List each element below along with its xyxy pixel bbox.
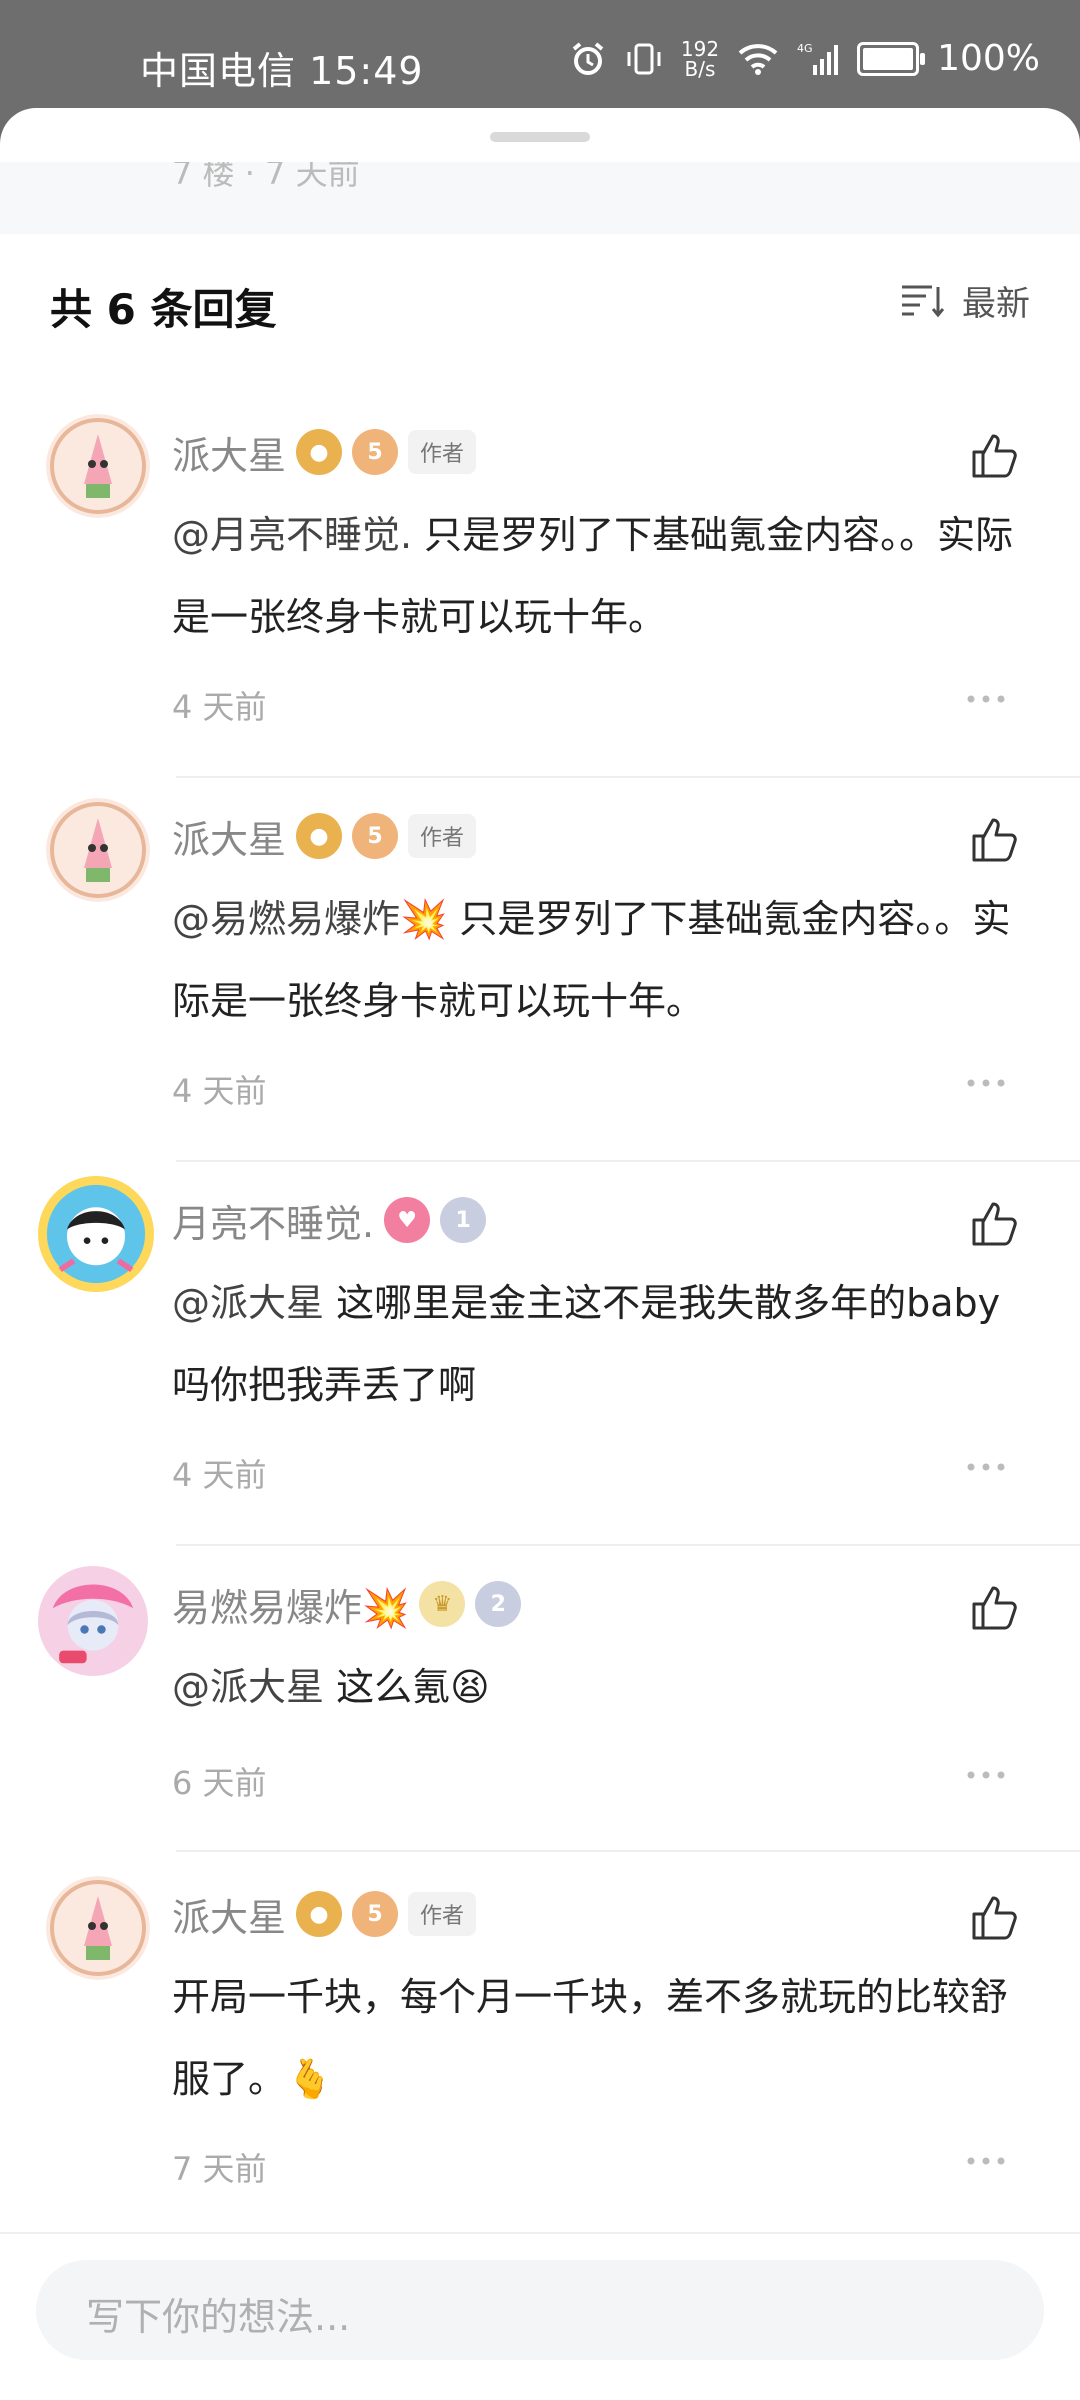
- replies-header: 共 6 条回复 最新: [0, 234, 1080, 374]
- status-bar: 中国电信 15:49 192 B/s 4G 100%: [0, 0, 1080, 120]
- svg-text:4G: 4G: [797, 42, 813, 55]
- avatar[interactable]: [46, 414, 150, 518]
- reply-count: 共 6 条回复: [50, 285, 277, 334]
- vibrate-icon: [627, 43, 661, 74]
- author-row: 月亮不睡觉. ♥ 1: [172, 1192, 487, 1248]
- comment-item: 派大星 ● 5 作者 开局一千块，每个月一千块，差不多就玩的比较舒服了。🫰 7 …: [0, 1856, 1080, 2240]
- avatar[interactable]: [46, 798, 150, 902]
- username[interactable]: 派大星: [172, 1887, 286, 1942]
- comment-time: 6 天前: [172, 1764, 267, 1802]
- net-speed: 192 B/s: [680, 36, 720, 81]
- input-divider: [0, 2232, 1080, 2234]
- mention-link[interactable]: @派大星: [172, 1665, 324, 1709]
- level-badge: 2: [475, 1581, 522, 1627]
- comment-item: 月亮不睡觉. ♥ 1 @派大星 这哪里是金主这不是我失散多年的baby吗你把我弄…: [0, 1162, 1080, 1546]
- username[interactable]: 派大星: [172, 809, 286, 864]
- pet-badge-icon: ●: [296, 813, 343, 859]
- mention-link[interactable]: @月亮不睡觉.: [172, 513, 412, 557]
- input-placeholder: 写下你的想法...: [86, 2295, 351, 2339]
- more-options-icon[interactable]: [966, 1770, 1006, 1780]
- signal-4g-icon: 4G: [797, 42, 839, 75]
- more-options-icon[interactable]: [966, 2156, 1006, 2166]
- author-row: 易燃易爆炸💥 ♛ 2: [172, 1576, 522, 1632]
- sheet-drag-handle[interactable]: [490, 132, 590, 142]
- mention-link[interactable]: @派大星: [172, 1281, 324, 1325]
- comment-time: 4 天前: [172, 688, 267, 726]
- divider: [176, 1850, 1080, 1852]
- comment-item: 派大星 ● 5 作者 @月亮不睡觉. 只是罗列了下基础氪金内容。。实际是一张终身…: [0, 394, 1080, 778]
- pet-badge-icon: ●: [296, 1891, 343, 1937]
- comment-item: 易燃易爆炸💥 ♛ 2 @派大星 这么氪😫 6 天前: [0, 1546, 1080, 1856]
- status-icons: 192 B/s 4G 100%: [569, 38, 1040, 79]
- avatar[interactable]: [38, 1176, 154, 1292]
- author-tag: 作者: [408, 430, 477, 474]
- comment-time: 4 天前: [172, 1456, 267, 1494]
- comment-body: 这么氪😫: [324, 1665, 490, 1709]
- battery-percent: 100%: [937, 38, 1040, 79]
- comment-text: @月亮不睡觉. 只是罗列了下基础氪金内容。。实际是一张终身卡就可以玩十年。: [172, 494, 1022, 658]
- comment-text: @易燃易爆炸💥 只是罗列了下基础氪金内容。。实际是一张终身卡就可以玩十年。: [172, 878, 1022, 1042]
- comment-text: @派大星 这么氪😫: [172, 1646, 1022, 1728]
- like-icon[interactable]: [968, 1198, 1020, 1250]
- username[interactable]: 易燃易爆炸💥: [172, 1577, 409, 1632]
- level-badge: 5: [352, 1891, 399, 1937]
- author-tag: 作者: [408, 1892, 477, 1936]
- more-options-icon[interactable]: [966, 694, 1006, 704]
- mention-link[interactable]: @易燃易爆炸💥: [172, 897, 447, 941]
- author-row: 派大星 ● 5 作者: [172, 1886, 477, 1942]
- level-badge: 5: [352, 813, 399, 859]
- like-icon[interactable]: [968, 430, 1020, 482]
- fan-badge-icon: ♥: [384, 1197, 431, 1243]
- level-badge: 1: [440, 1197, 487, 1243]
- battery-icon: [857, 41, 926, 76]
- more-options-icon[interactable]: [966, 1078, 1006, 1088]
- comment-item: 派大星 ● 5 作者 @易燃易爆炸💥 只是罗列了下基础氪金内容。。实际是一张终身…: [0, 778, 1080, 1162]
- comment-text: @派大星 这哪里是金主这不是我失散多年的baby吗你把我弄丢了啊: [172, 1262, 1022, 1426]
- alarm-icon: [572, 41, 604, 75]
- username[interactable]: 月亮不睡觉.: [172, 1193, 374, 1248]
- level-badge: 5: [352, 429, 399, 475]
- sort-label: 最新: [962, 284, 1030, 324]
- sort-button[interactable]: 最新: [900, 276, 1030, 325]
- avatar[interactable]: [46, 1876, 150, 1980]
- like-icon[interactable]: [968, 814, 1020, 866]
- author-tag: 作者: [408, 814, 477, 858]
- replies-sheet: 7 楼 · 7 天前 共 6 条回复 最新 派大星 ● 5 作者 @月亮不睡觉.…: [0, 108, 1080, 2400]
- avatar[interactable]: [38, 1566, 148, 1676]
- comment-input[interactable]: 写下你的想法...: [36, 2260, 1044, 2360]
- username[interactable]: 派大星: [172, 425, 286, 480]
- crown-badge-icon: ♛: [419, 1581, 466, 1627]
- like-icon[interactable]: [968, 1582, 1020, 1634]
- pet-badge-icon: ●: [296, 429, 343, 475]
- comment-text: 开局一千块，每个月一千块，差不多就玩的比较舒服了。🫰: [172, 1956, 1022, 2120]
- comment-time: 4 天前: [172, 1072, 267, 1110]
- comment-body: 开局一千块，每个月一千块，差不多就玩的比较舒服了。🫰: [172, 1975, 1009, 2101]
- wifi-icon: [738, 43, 778, 75]
- peek-meta: 7 楼 · 7 天前: [172, 162, 360, 192]
- sort-icon: [902, 285, 944, 317]
- author-row: 派大星 ● 5 作者: [172, 424, 477, 480]
- comment-time: 7 天前: [172, 2150, 267, 2188]
- like-icon[interactable]: [968, 1892, 1020, 1944]
- more-options-icon[interactable]: [966, 1462, 1006, 1472]
- carrier-time: 中国电信 15:49: [140, 49, 424, 93]
- parent-comment-peek: 7 楼 · 7 天前: [0, 162, 1080, 234]
- author-row: 派大星 ● 5 作者: [172, 808, 477, 864]
